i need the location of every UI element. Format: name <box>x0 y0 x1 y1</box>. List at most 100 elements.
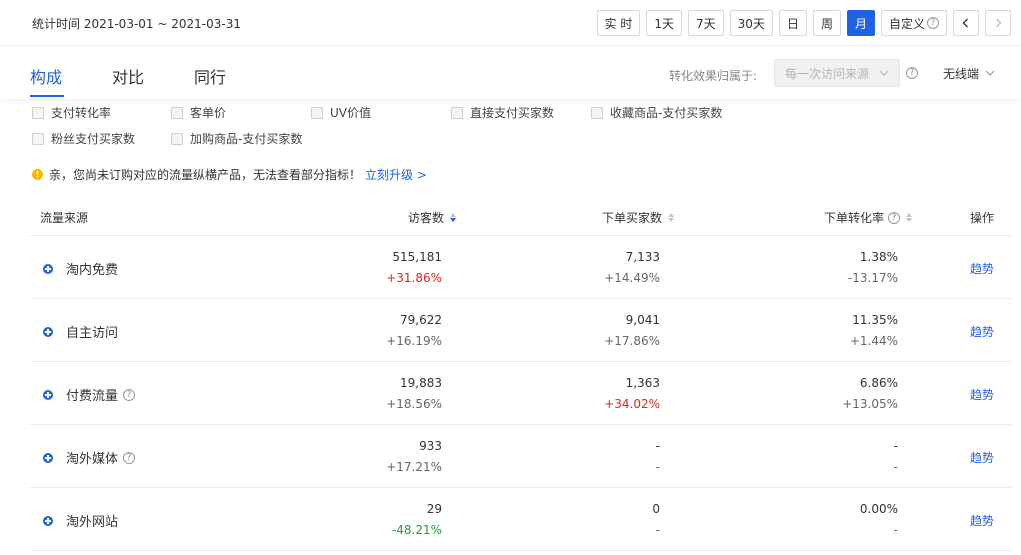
buyers-cell: 9,041 +17.86% <box>604 310 660 352</box>
attribution-select[interactable]: 每一次访问来源 <box>774 59 900 87</box>
rate-change: - <box>893 460 898 474</box>
metric-checkbox[interactable]: UV价值 <box>311 104 371 121</box>
prev-period-button[interactable] <box>953 10 979 36</box>
checkbox-icon <box>311 106 323 119</box>
table-row: 自主访问 79,622 +16.19% 9,041 +17.86% 11.35%… <box>30 299 1011 362</box>
period-realtime-button[interactable]: 实 时 <box>596 10 641 36</box>
device-select[interactable]: 无线端 <box>943 65 995 82</box>
rate-value: 1.38% <box>859 250 898 264</box>
header-label: 流量来源 <box>40 211 89 225</box>
rate-cell: 6.86% +13.05% <box>842 373 898 415</box>
traffic-source-table: 流量来源 访客数 下单买家数 下单转化率 ? 操作 淘内免费 515,181 +… <box>30 197 1011 551</box>
rate-change: +13.05% <box>842 397 898 411</box>
period-custom-button[interactable]: 自定义 ? <box>880 10 947 36</box>
visitors-cell: 933 +17.21% <box>386 436 442 478</box>
sort-icon[interactable] <box>668 213 674 222</box>
rate-change: -13.17% <box>847 271 898 285</box>
expand-icon[interactable] <box>43 452 53 463</box>
metric-checkbox[interactable]: 直接支付买家数 <box>451 104 554 121</box>
top-bar: 统计时间 2021-03-01 ~ 2021-03-31 实 时 1天 7天 3… <box>0 0 1021 46</box>
period-30day-button[interactable]: 30天 <box>729 10 773 36</box>
sort-icon[interactable] <box>450 213 456 222</box>
attribution-value: 每一次访问来源 <box>785 66 870 81</box>
checkbox-icon <box>171 106 183 119</box>
help-icon[interactable]: ? <box>123 388 136 401</box>
header-label: 下单转化率 <box>823 211 884 225</box>
metric-label: 收藏商品-支付买家数 <box>610 106 723 120</box>
buyers-cell: 1,363 +34.02% <box>604 373 660 415</box>
metric-checkbox[interactable]: 客单价 <box>171 104 226 121</box>
visitors-value: 29 <box>426 502 442 516</box>
chevron-down-icon <box>985 70 995 76</box>
period-1day-button[interactable]: 1天 <box>646 10 683 36</box>
visitors-change: +31.86% <box>386 271 442 285</box>
custom-label: 自定义 <box>888 16 925 31</box>
trend-link[interactable]: 趋势 <box>970 386 994 403</box>
help-icon: ? <box>927 17 939 29</box>
visitors-change: +17.21% <box>386 460 442 474</box>
source-cell: 自主访问 <box>43 322 118 341</box>
stat-time: 统计时间 2021-03-01 ~ 2021-03-31 <box>32 17 241 31</box>
visitors-cell: 79,622 +16.19% <box>386 310 442 352</box>
attribution-help-icon[interactable]: ? <box>906 67 918 79</box>
visitors-cell: 19,883 +18.56% <box>386 373 442 415</box>
tab-composition[interactable]: 构成 <box>30 64 62 88</box>
checkbox-icon <box>32 106 44 119</box>
visitors-value: 19,883 <box>400 376 442 390</box>
table-row: 付费流量 ? 19,883 +18.56% 1,363 +34.02% 6.86… <box>30 362 1011 425</box>
source-name: 付费流量 <box>66 389 119 404</box>
expand-icon[interactable] <box>43 515 53 526</box>
buyers-change: - <box>655 460 660 474</box>
period-month-button[interactable]: 月 <box>846 10 875 36</box>
trend-link[interactable]: 趋势 <box>970 449 994 466</box>
rate-value: 6.86% <box>859 376 898 390</box>
col-rate-header[interactable]: 下单转化率 ? <box>824 209 912 226</box>
metric-label: 客单价 <box>190 106 227 120</box>
sort-icon[interactable] <box>906 213 912 222</box>
visitors-change: +18.56% <box>386 397 442 411</box>
visitors-cell: 29 -48.21% <box>392 499 442 541</box>
trend-link[interactable]: 趋势 <box>970 323 994 340</box>
warning-icon: ! <box>32 169 43 180</box>
checkbox-icon <box>591 106 603 119</box>
expand-icon[interactable] <box>43 263 53 274</box>
active-tab-indicator <box>30 95 64 97</box>
metric-label: 支付转化率 <box>51 106 112 120</box>
buyers-value: 0 <box>652 502 660 516</box>
period-week-button[interactable]: 周 <box>812 10 841 36</box>
buyers-cell: 0 - <box>652 499 660 541</box>
visitors-cell: 515,181 +31.86% <box>386 247 442 289</box>
rate-cell: - - <box>894 436 898 478</box>
metric-checkbox[interactable]: 加购商品-支付买家数 <box>171 130 302 147</box>
col-buyers-header[interactable]: 下单买家数 <box>602 209 674 226</box>
metric-checkbox[interactable]: 粉丝支付买家数 <box>32 130 135 147</box>
attribution-label: 转化效果归属于: <box>669 69 758 83</box>
header-label: 下单买家数 <box>601 211 662 225</box>
metric-checkbox[interactable]: 支付转化率 <box>32 104 111 121</box>
col-visitors-header[interactable]: 访客数 <box>408 209 456 226</box>
period-day-button[interactable]: 日 <box>778 10 807 36</box>
checkbox-icon <box>451 106 463 119</box>
period-7day-button[interactable]: 7天 <box>688 10 724 36</box>
metric-checkbox[interactable]: 收藏商品-支付买家数 <box>591 104 722 121</box>
expand-icon[interactable] <box>43 326 53 337</box>
visitors-value: 79,622 <box>400 313 442 327</box>
upgrade-link[interactable]: 立刻升级 > <box>365 166 427 183</box>
source-cell: 淘外网站 <box>43 511 118 530</box>
help-icon[interactable]: ? <box>123 451 136 464</box>
header-label: 访客数 <box>407 211 444 225</box>
table-header: 流量来源 访客数 下单买家数 下单转化率 ? 操作 <box>30 197 1011 236</box>
trend-link[interactable]: 趋势 <box>970 260 994 277</box>
help-icon[interactable]: ? <box>888 211 900 224</box>
tab-peers[interactable]: 同行 <box>194 64 226 88</box>
col-source-header: 流量来源 <box>40 209 88 226</box>
next-period-button[interactable] <box>985 10 1011 36</box>
metric-label: 加购商品-支付买家数 <box>190 132 303 146</box>
chevron-left-icon <box>962 18 968 28</box>
table-row: 淘内免费 515,181 +31.86% 7,133 +14.49% 1.38%… <box>30 236 1011 299</box>
expand-icon[interactable] <box>43 389 53 400</box>
rate-value: 0.00% <box>859 502 898 516</box>
tab-compare[interactable]: 对比 <box>112 64 144 88</box>
trend-link[interactable]: 趋势 <box>970 512 994 529</box>
buyers-change: +34.02% <box>604 397 660 411</box>
